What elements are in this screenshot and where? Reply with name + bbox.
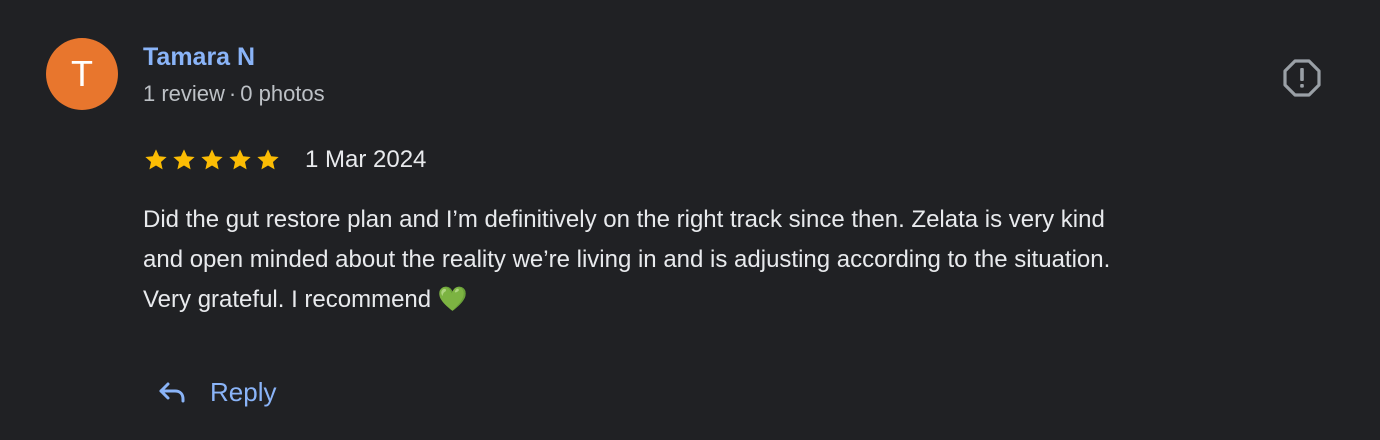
review-card: T Tamara N 1 review · 0 photos 1 Mar 2024 …	[0, 0, 1380, 440]
report-button[interactable]	[1282, 58, 1322, 98]
review-text-line-2: and open minded about the reality we’re …	[143, 246, 1111, 273]
reviews-count: 1 review	[143, 81, 225, 106]
star-icon	[229, 149, 251, 170]
avatar[interactable]: T	[46, 38, 118, 110]
review-text-line-3: Very grateful. I recommend 💚	[143, 286, 468, 313]
reviewer-meta: 1 review · 0 photos	[143, 80, 325, 108]
review-text-line-1: Did the gut restore plan and I’m definit…	[143, 206, 1105, 233]
photos-count: 0 photos	[240, 81, 325, 106]
rating-row: 1 Mar 2024	[143, 144, 426, 176]
star-rating	[143, 147, 281, 173]
reply-arrow-icon	[159, 382, 185, 403]
reviewer-name[interactable]: Tamara N	[143, 42, 255, 72]
review-text: Did the gut restore plan and I’m definit…	[143, 200, 1333, 320]
reply-label: Reply	[210, 377, 277, 407]
report-icon	[1283, 59, 1321, 97]
reply-button[interactable]: Reply	[156, 370, 276, 414]
avatar-initial: T	[71, 53, 93, 94]
star-icon	[173, 149, 195, 170]
star-icon	[145, 149, 167, 170]
star-icon	[257, 149, 279, 170]
star-icon	[201, 149, 223, 170]
review-date: 1 Mar 2024	[305, 146, 427, 173]
meta-separator: ·	[228, 81, 237, 106]
